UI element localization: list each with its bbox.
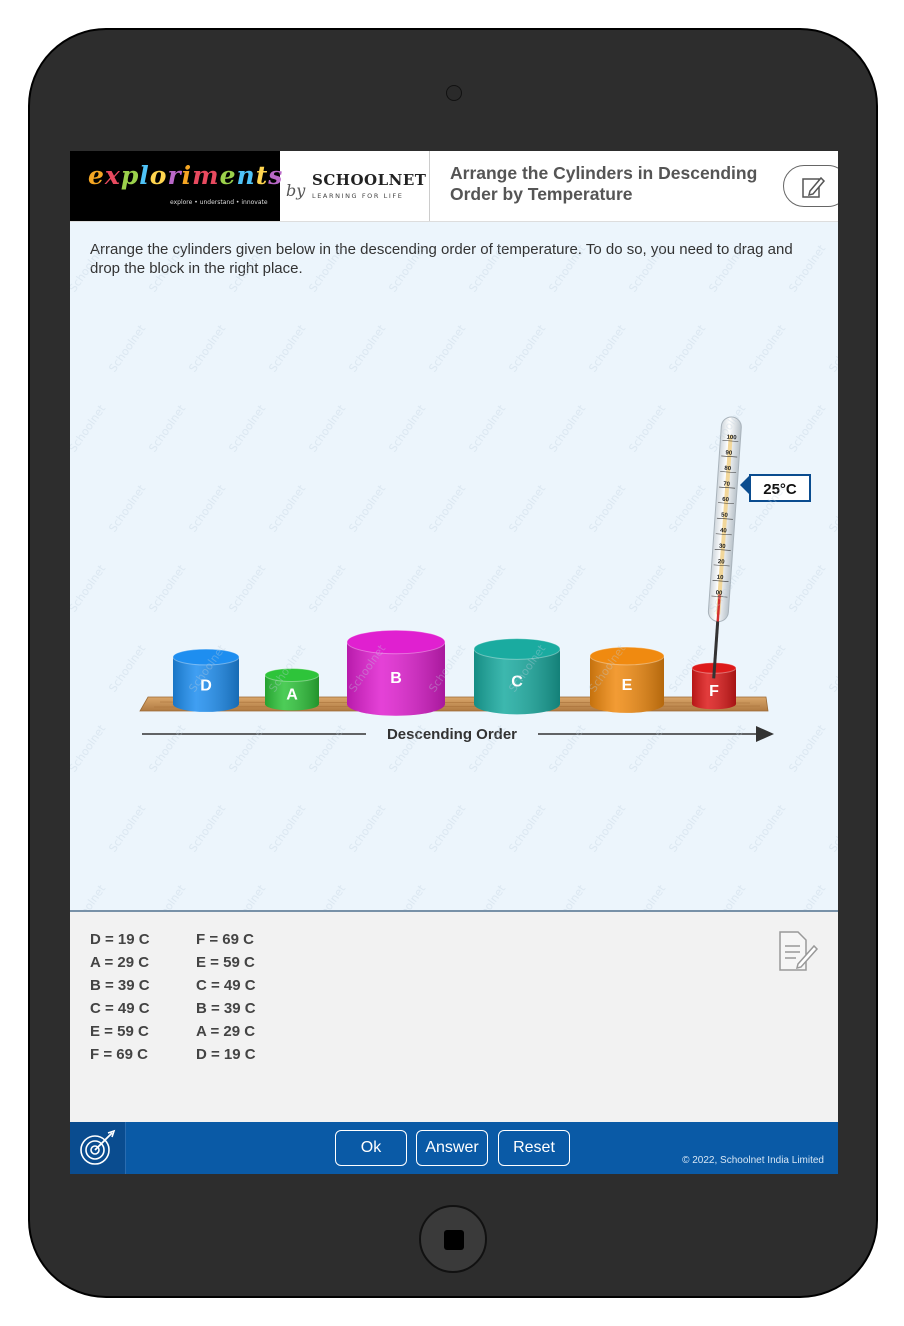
page-title: Arrange the Cylinders in Descending Orde… [450, 163, 758, 204]
temperature-entry: B = 39 C [196, 1000, 256, 1017]
cylinder-label: B [390, 670, 402, 687]
temperature-entry: C = 49 C [90, 1000, 150, 1017]
cylinder-label: E [622, 677, 633, 694]
thermometer-tick-label: 80 [724, 466, 732, 472]
temperature-entry: E = 59 C [196, 954, 255, 971]
temperature-entry: D = 19 C [90, 931, 150, 948]
temperature-entry: C = 49 C [196, 977, 256, 994]
thermometer-tick-label: 30 [719, 544, 727, 550]
activity-stage: Arrange the cylinders given below in the… [70, 222, 838, 910]
schoolnet-logo: SCHOOLNET [312, 171, 427, 189]
target-button[interactable] [70, 1122, 126, 1174]
temperature-entry: F = 69 C [196, 931, 254, 948]
thermometer-tick-label: 70 [723, 481, 731, 487]
copyright: © 2022, Schoolnet India Limited [682, 1155, 824, 1166]
thermometer-tick-label: 10 [717, 575, 725, 581]
thermometer-tick-label: 20 [718, 559, 726, 565]
header: exploriments explore • understand • inno… [70, 151, 838, 222]
temperature-entry: A = 29 C [90, 954, 150, 971]
notes-icon[interactable] [776, 930, 820, 974]
sorted-temperatures-list: F = 69 C E = 59 C C = 49 C B = 39 C A = 29 C… [196, 928, 256, 1066]
footer-bar: Ok Answer Reset © 2022, Schoolnet India … [70, 1122, 838, 1174]
by-label: by [286, 181, 306, 200]
given-temperatures-list: D = 19 C A = 29 C B = 39 C C = 49 C E = 59 C… [90, 928, 150, 1066]
exploriments-logo: exploriments explore • understand • inno… [70, 151, 284, 221]
cylinder-label: A [286, 687, 298, 704]
home-button[interactable] [419, 1205, 487, 1273]
thermometer-tick-label: 40 [720, 528, 728, 534]
arrow-head-icon [756, 726, 774, 742]
header-divider [429, 151, 430, 221]
reset-button[interactable]: Reset [498, 1130, 570, 1166]
temperature-entry: E = 59 C [90, 1023, 149, 1040]
thermometer[interactable]: 10090807060504030201000 [704, 416, 742, 679]
schoolnet-tagline: LEARNING FOR LIFE [312, 192, 404, 200]
info-panel: D = 19 C A = 29 C B = 39 C C = 49 C E = 59 C… [70, 910, 838, 1122]
answer-button[interactable]: Answer [416, 1130, 488, 1166]
thermometer-tick-label: 90 [725, 450, 733, 456]
edit-button[interactable] [783, 165, 838, 207]
brand-name: exploriments [88, 161, 284, 190]
brand-tagline: explore • understand • innovate [170, 199, 268, 206]
thermometer-tick-label: 50 [721, 512, 729, 518]
thermometer-tick-label: 60 [722, 497, 730, 503]
ok-button[interactable]: Ok [335, 1130, 407, 1166]
temperature-entry: F = 69 C [90, 1046, 148, 1063]
target-icon [80, 1129, 116, 1165]
temperature-entry: B = 39 C [90, 977, 150, 994]
app-screen: exploriments explore • understand • inno… [70, 151, 838, 1174]
cylinder-label: F [709, 683, 719, 700]
temperature-entry: D = 19 C [196, 1046, 256, 1063]
temperature-entry: A = 29 C [196, 1023, 256, 1040]
pencil-edit-icon [802, 176, 826, 198]
camera-icon [446, 85, 462, 101]
